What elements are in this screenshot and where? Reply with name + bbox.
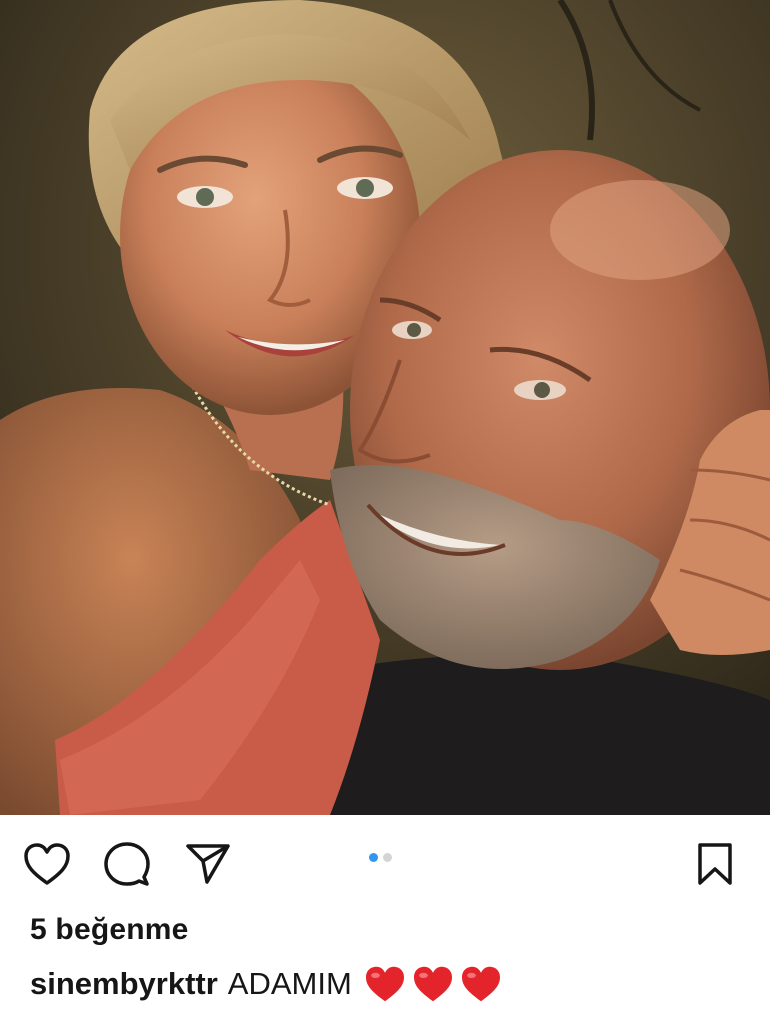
bookmark-outline-icon [698, 843, 732, 885]
caption-username[interactable]: sinembyrkttr [30, 966, 218, 1002]
instagram-post: 5 beğenme sinembyrkttr ADAMIM [0, 0, 770, 1011]
save-button[interactable] [690, 841, 740, 887]
heart-outline-icon [24, 843, 70, 885]
carousel-dot-active [369, 853, 378, 862]
like-button[interactable] [22, 841, 72, 887]
red-heart-emoji-icon [365, 966, 404, 1002]
share-button[interactable] [183, 841, 233, 887]
post-photo[interactable] [0, 0, 770, 815]
likes-count[interactable]: 5 beğenme [30, 913, 189, 947]
carousel-indicator [369, 853, 392, 862]
action-bar [0, 815, 770, 910]
selfie-photo-illustration [0, 0, 770, 815]
comment-button[interactable] [102, 841, 152, 887]
red-heart-emoji-icon [461, 966, 500, 1002]
caption-emojis [364, 965, 502, 1003]
paper-plane-icon [186, 844, 230, 884]
caption-text: ADAMIM [227, 966, 352, 1001]
post-caption: sinembyrkttr ADAMIM [30, 965, 502, 1003]
red-heart-emoji-icon [413, 966, 452, 1002]
carousel-dot [383, 853, 392, 862]
comment-bubble-icon [104, 842, 150, 886]
